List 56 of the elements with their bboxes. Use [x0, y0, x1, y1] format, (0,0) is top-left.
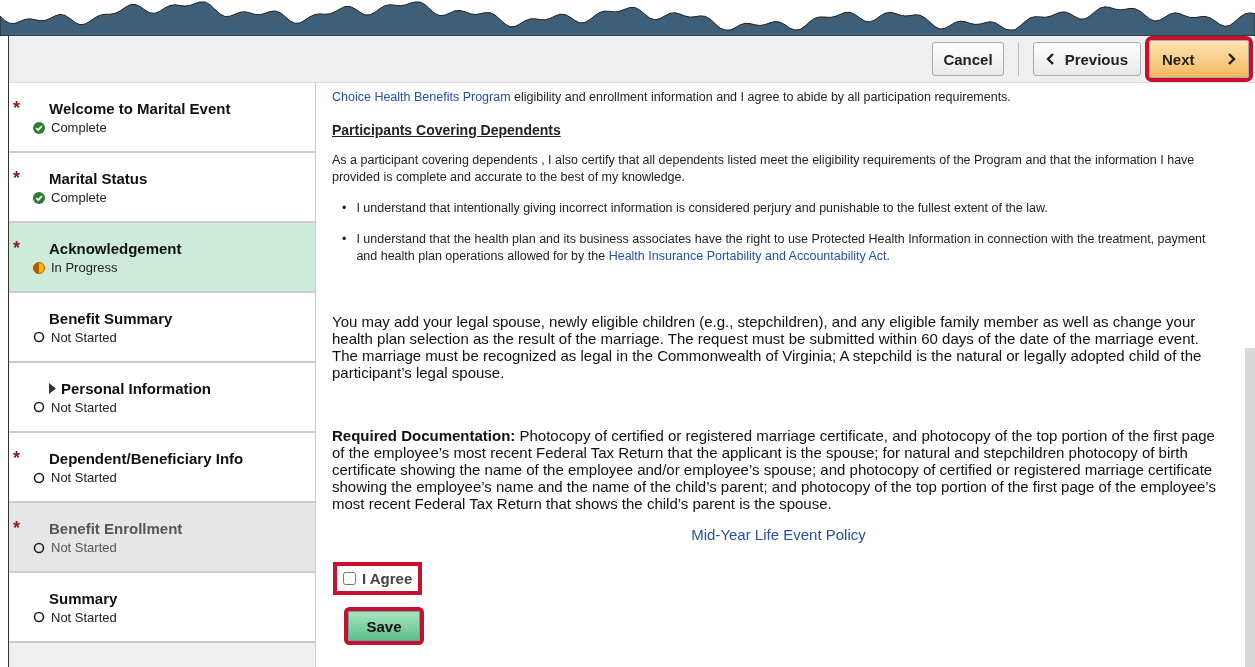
step-title: Benefit Enrollment	[49, 519, 183, 537]
required-mark: *	[12, 239, 21, 257]
step-status: Complete	[51, 120, 107, 135]
step-item[interactable]: * Marital Status Complete	[9, 153, 315, 223]
triangle-right-icon	[49, 382, 56, 394]
link[interactable]: Choice Health Benefits Program	[332, 90, 511, 104]
step-title: Welcome to Marital Event	[49, 99, 231, 117]
paragraph: You may add your legal spouse, newly eligible children (e.g., stepchildren), and any eligible family member as well as change your health plan selection as the result of the marriage. The request must be submitted within 60 days of the date of the marriage event. The marriage must be recognized as legal in the Commonwealth of Virginia; A stepchild is the natural or legally adopted child of the participant’s legal spouse.	[332, 313, 1203, 381]
empty-circle-icon	[33, 401, 45, 413]
paragraph: As a participant covering dependents , I also certify that all dependents listed meet the eligibility requirements of the Program and that the information I have provided is complete and accurate to the best of my knowledge.	[332, 152, 1196, 186]
step-title: Summary	[49, 589, 118, 607]
step-item[interactable]: * Dependent/Beneficiary Info Not Started	[9, 433, 315, 503]
step-item[interactable]: Benefit Summary Not Started	[9, 293, 315, 363]
bullet-mark: •	[342, 200, 347, 217]
step-status: Not Started	[51, 540, 117, 555]
section-heading: Participants Covering Dependents	[332, 122, 562, 138]
step-status: Not Started	[51, 399, 117, 415]
step-status: Complete	[51, 190, 107, 205]
checkbox-label[interactable]: I Agree	[362, 570, 413, 587]
step-title: Acknowledgement	[49, 239, 182, 257]
step-item[interactable]: Personal Information Not Started	[9, 363, 315, 433]
step-status: In Progress	[51, 260, 118, 275]
required-mark: *	[12, 519, 21, 537]
link[interactable]: Health Insurance Portability and Accountability Act.	[608, 249, 891, 263]
half-circle-icon	[33, 261, 45, 274]
step-item[interactable]: * Welcome to Marital Event Complete	[9, 83, 315, 153]
step-item[interactable]: * Acknowledgement In Progress	[9, 223, 315, 293]
policy-link[interactable]: Mid-Year Life Event Policy	[691, 526, 866, 543]
required-mark: *	[12, 99, 21, 117]
paragraph: Choice Health Benefits Program eligibility and enrollment information and I agree to abide by all participation requirements.	[332, 89, 1012, 106]
required-mark: *	[12, 449, 21, 467]
list-item: I understand that intentionally giving incorrect information is considered perjury and punishable to the fullest extent of the law.	[356, 200, 1048, 217]
step-title: Benefit Summary	[49, 309, 173, 327]
step-item[interactable]: Summary Not Started	[9, 573, 315, 643]
step-status: Not Started	[51, 329, 117, 345]
empty-circle-icon	[33, 541, 45, 554]
chevron-left-icon	[1045, 53, 1055, 65]
required-mark: *	[12, 169, 21, 187]
list-item: I understand that the health plan and its business associates have the right to use Protected Health Information in connection with the treatment, payment and health plan operations allowed for by the Health Insurance Portability and Accountability Act.	[356, 231, 1207, 265]
empty-circle-icon	[33, 471, 45, 484]
step-title: Dependent/Beneficiary Info	[49, 449, 244, 467]
check-circle-icon	[33, 191, 45, 204]
bullet-mark: •	[342, 231, 347, 248]
cancel-button[interactable]: Cancel	[932, 42, 1004, 76]
step-title: Marital Status	[49, 169, 148, 187]
scrollbar[interactable]	[1245, 348, 1255, 667]
step-status: Not Started	[51, 609, 117, 625]
previous-button[interactable]: Previous	[1032, 42, 1141, 76]
step-title: Personal Information	[61, 379, 212, 397]
paragraph: Required Documentation: Photocopy of certified or registered marriage certificate, and photocopy of the top portion of the first page of the employee’s most recent Federal Tax Return that the applicant is the spouse; for natural and stepchildren photocopy of birth certificate showing the name of the employee and/or employee’s spouse; and photocopy of certified or registered marriage certificate showing the employee’s name and the name of the child’s parent; and photocopy of the top portion of the first page of the employee’s most recent Federal Tax Return that shows the child’s parent is the spouse.	[332, 427, 1217, 512]
empty-circle-icon	[33, 611, 45, 623]
empty-circle-icon	[33, 331, 45, 343]
step-status: Not Started	[51, 470, 117, 485]
chevron-right-icon	[1227, 53, 1236, 65]
check-circle-icon	[33, 121, 45, 134]
agree-checkbox[interactable]	[343, 572, 356, 585]
